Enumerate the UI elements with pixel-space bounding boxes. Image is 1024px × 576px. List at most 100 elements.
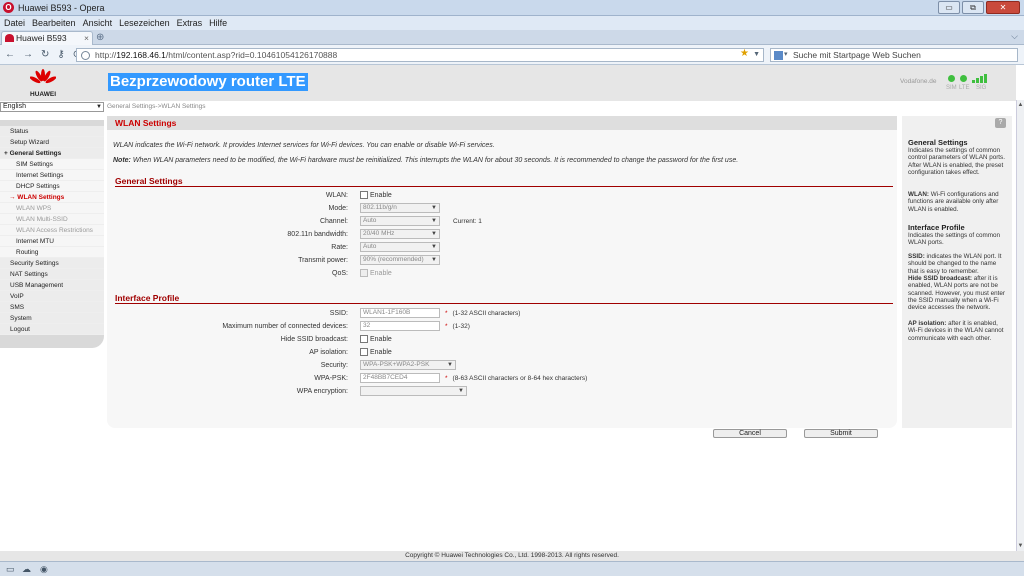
menu-edit[interactable]: Bearbeiten [32, 16, 76, 30]
sidebar-item-wlan-multi-ssid[interactable]: WLAN Multi-SSID [0, 214, 104, 225]
forward-icon[interactable]: → [23, 49, 33, 60]
wlan-enable-label: Enable [370, 192, 392, 199]
language-value: English [3, 103, 26, 110]
new-tab-icon[interactable]: ⊕ [96, 32, 104, 43]
tab-close-icon[interactable]: × [84, 32, 89, 44]
chevron-down-icon: ▼ [431, 205, 437, 211]
scroll-down-icon[interactable]: ▼ [1017, 543, 1024, 549]
panel-toggle-icon[interactable]: ▭ [6, 564, 15, 575]
bandwidth-select[interactable]: 20/40 MHz ▼ [360, 229, 440, 239]
bandwidth-label: 802.11n bandwidth: [287, 231, 348, 238]
channel-select[interactable]: Auto ▼ [360, 216, 440, 226]
minimize-button[interactable]: ▭ [938, 1, 960, 14]
help-hide-ssid-bold: Hide SSID broadcast: [908, 275, 973, 282]
ssid-input[interactable]: WLAN1-1F160B [360, 308, 440, 318]
menu-file[interactable]: Datei [4, 16, 25, 30]
address-dropdown-icon[interactable]: ▼ [753, 49, 760, 61]
key-icon[interactable]: ⚷ [57, 49, 64, 60]
sidebar-item-general-settings[interactable]: + General Settings [0, 148, 104, 159]
mode-label: Mode: [328, 205, 348, 212]
chevron-down-icon: ▼ [431, 244, 437, 250]
wpa-psk-hint-text: (8-63 ASCII characters or 8-64 hex chara… [452, 375, 588, 382]
sidebar-item-nat-settings[interactable]: NAT Settings [0, 269, 104, 280]
qos-enable-checkbox[interactable] [360, 269, 368, 277]
menu-help[interactable]: Hilfe [209, 16, 227, 30]
sidebar-item-sim-settings[interactable]: SIM Settings [0, 159, 104, 170]
reload-icon[interactable]: ↻ [41, 49, 49, 60]
qos-enable-label: Enable [370, 270, 392, 277]
wlan-enable-checkbox[interactable] [360, 191, 368, 199]
lte-led-icon [960, 75, 967, 82]
sidebar-item-logout[interactable]: Logout [0, 324, 104, 335]
ssid-hint: * (1-32 ASCII characters) [445, 308, 520, 319]
help-ssid-bold: SSID: [908, 253, 925, 260]
language-select[interactable]: English ▼ [0, 102, 104, 112]
page-footer: Copyright © Huawei Technologies Co., Ltd… [0, 551, 1024, 561]
hide-ssid-checkbox[interactable] [360, 335, 368, 343]
sidebar-item-system[interactable]: System [0, 313, 104, 324]
submit-button[interactable]: Submit [804, 429, 878, 438]
transmit-power-select[interactable]: 90% (recommended) ▼ [360, 255, 440, 265]
help-profile-heading: Interface Profile [908, 223, 965, 232]
help-ap-isolation-bold: AP isolation: [908, 320, 947, 327]
sidebar-item-routing[interactable]: Routing [0, 247, 104, 258]
sidebar-item-setup-wizard[interactable]: Setup Wizard [0, 137, 104, 148]
navigation-bar: ← → ↻ ⚷ ⊙ http://192.168.46.1/html/conte… [0, 45, 1024, 65]
sidebar-item-sms[interactable]: SMS [0, 302, 104, 313]
security-select[interactable]: WPA-PSK+WPA2-PSK ▼ [360, 360, 456, 370]
search-engine-dropdown-icon[interactable]: ▾ [784, 49, 788, 61]
sidebar-item-voip[interactable]: VoIP [0, 291, 104, 302]
address-prefix: http:// [95, 50, 117, 60]
address-path: /html/content.asp?rid=0.1046105412617088… [165, 50, 338, 60]
bandwidth-value: 20/40 MHz [363, 230, 395, 237]
description-text: WLAN indicates the Wi-Fi network. It pro… [113, 142, 495, 149]
sidebar-item-security-settings[interactable]: Security Settings [0, 258, 104, 269]
tab-huawei[interactable]: Huawei B593 × [1, 31, 93, 45]
sidebar-item-internet-mtu[interactable]: Internet MTU [0, 236, 104, 247]
page-scrollbar[interactable]: ▲ ▼ [1016, 100, 1024, 551]
opera-logo-icon[interactable]: O [3, 2, 14, 13]
address-bar[interactable]: http://192.168.46.1/html/content.asp?rid… [76, 48, 764, 62]
chevron-down-icon: ▼ [431, 257, 437, 263]
sidebar-item-dhcp-settings[interactable]: DHCP Settings [0, 181, 104, 192]
ap-isolation-checkbox[interactable] [360, 348, 368, 356]
required-mark: * [445, 310, 448, 317]
hide-ssid-label: Hide SSID broadcast: [280, 336, 348, 343]
scroll-up-icon[interactable]: ▲ [1017, 102, 1024, 108]
required-mark: * [445, 323, 448, 330]
huawei-logo: HUAWEI [26, 69, 60, 99]
search-field[interactable]: ▾ Suche mit Startpage Web Suchen [770, 48, 1018, 62]
sidebar-item-wlan-wps[interactable]: WLAN WPS [0, 203, 104, 214]
wpa-psk-input[interactable]: 2F48BB7CED4 [360, 373, 440, 383]
tab-list-icon[interactable]: ⌵ [1011, 31, 1018, 42]
max-devices-hint-text: (1-32) [452, 323, 470, 330]
cloud-icon[interactable]: ☁ [22, 564, 31, 575]
rate-select[interactable]: Auto ▼ [360, 242, 440, 252]
sidebar-item-usb-management[interactable]: USB Management [0, 280, 104, 291]
help-general-text: Indicates the settings of common control… [908, 147, 1005, 176]
sidebar-item-wlan-settings[interactable]: → WLAN Settings [0, 192, 104, 203]
bookmark-star-icon[interactable]: ★ [740, 48, 749, 60]
sig-label: SIG [976, 85, 987, 91]
page-title: Bezprzewodowy router LTE [108, 73, 308, 91]
search-engine-icon[interactable] [774, 51, 783, 60]
back-icon[interactable]: ← [5, 49, 15, 60]
ap-isolation-enable-label: Enable [370, 349, 392, 356]
wpa-encryption-select[interactable]: ▼ [360, 386, 467, 396]
menu-extras[interactable]: Extras [177, 16, 203, 30]
menu-view[interactable]: Ansicht [83, 16, 113, 30]
cancel-button[interactable]: Cancel [713, 429, 787, 438]
security-row: Security: WPA-PSK+WPA2-PSK ▼ [107, 360, 897, 371]
max-devices-input[interactable]: 32 [360, 321, 440, 331]
menu-bookmarks[interactable]: Lesezeichen [119, 16, 170, 30]
turbo-icon[interactable]: ◉ [40, 564, 48, 575]
sidebar-item-wlan-access-restrictions[interactable]: WLAN Access Restrictions [0, 225, 104, 236]
sidebar-item-status[interactable]: Status [0, 126, 104, 137]
window-title: Huawei B593 - Opera [18, 3, 105, 13]
mode-select[interactable]: 802.11b/g/n ▼ [360, 203, 440, 213]
restore-button[interactable]: ⧉ [962, 1, 984, 14]
close-window-button[interactable]: ✕ [986, 1, 1020, 14]
sidebar-item-internet-settings[interactable]: Internet Settings [0, 170, 104, 181]
browser-status-bar: ▭ ☁ ◉ [0, 561, 1024, 576]
help-icon[interactable]: ? [995, 118, 1006, 128]
